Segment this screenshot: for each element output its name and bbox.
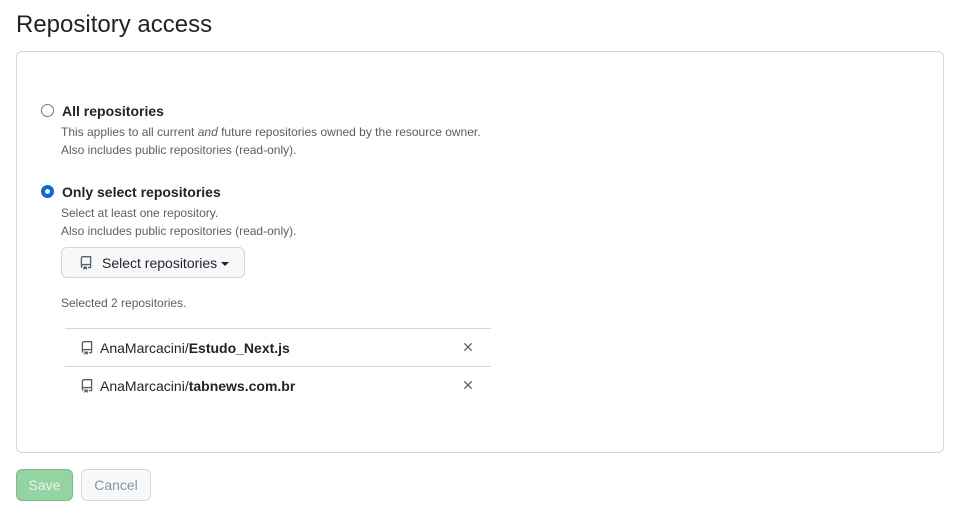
cancel-button[interactable]: Cancel: [81, 469, 151, 501]
caret-down-icon: [221, 261, 230, 266]
repo-icon: [80, 255, 92, 270]
selected-repository-list: AnaMarcacini/Estudo_Next.js AnaMarcacini…: [65, 328, 491, 404]
select-desc-line-1: Select at least one repository.: [61, 206, 219, 220]
remove-repository-close-icon[interactable]: [461, 378, 475, 392]
all-desc-text-2: future repositories owned by the resourc…: [217, 125, 481, 139]
repo-icon: [81, 378, 93, 393]
selected-count-text: Selected 2 repositories.: [61, 296, 187, 310]
select-repositories-button[interactable]: Select repositories: [61, 247, 245, 278]
repository-name: tabnews.com.br: [188, 377, 296, 394]
repository-access-panel: All repositories This applies to all cur…: [16, 51, 944, 453]
page-title: Repository access: [16, 11, 213, 38]
only-select-description: Select at least one repository. Also inc…: [61, 204, 296, 240]
repository-row: AnaMarcacini/tabnews.com.br: [65, 366, 491, 404]
all-desc-text-1: This applies to all current: [61, 125, 198, 139]
all-repositories-label[interactable]: All repositories: [62, 101, 164, 121]
all-repositories-description: This applies to all current and future r…: [61, 123, 481, 159]
repo-icon: [81, 340, 93, 355]
all-repositories-radio[interactable]: [41, 104, 54, 117]
select-desc-line-2: Also includes public repositories (read-…: [61, 224, 297, 238]
select-repositories-label: Select repositories: [102, 254, 218, 271]
repository-name: Estudo_Next.js: [188, 339, 290, 356]
remove-repository-close-icon[interactable]: [461, 340, 475, 354]
all-desc-emphasis: and: [197, 125, 218, 139]
repository-owner: AnaMarcacini/: [100, 339, 189, 356]
only-select-repositories-radio[interactable]: [41, 185, 54, 198]
repository-owner: AnaMarcacini/: [100, 377, 189, 394]
only-select-repositories-label[interactable]: Only select repositories: [62, 182, 221, 202]
all-desc-line-2: Also includes public repositories (read-…: [61, 143, 297, 157]
repository-row: AnaMarcacini/Estudo_Next.js: [65, 328, 491, 366]
save-button[interactable]: Save: [16, 469, 73, 501]
